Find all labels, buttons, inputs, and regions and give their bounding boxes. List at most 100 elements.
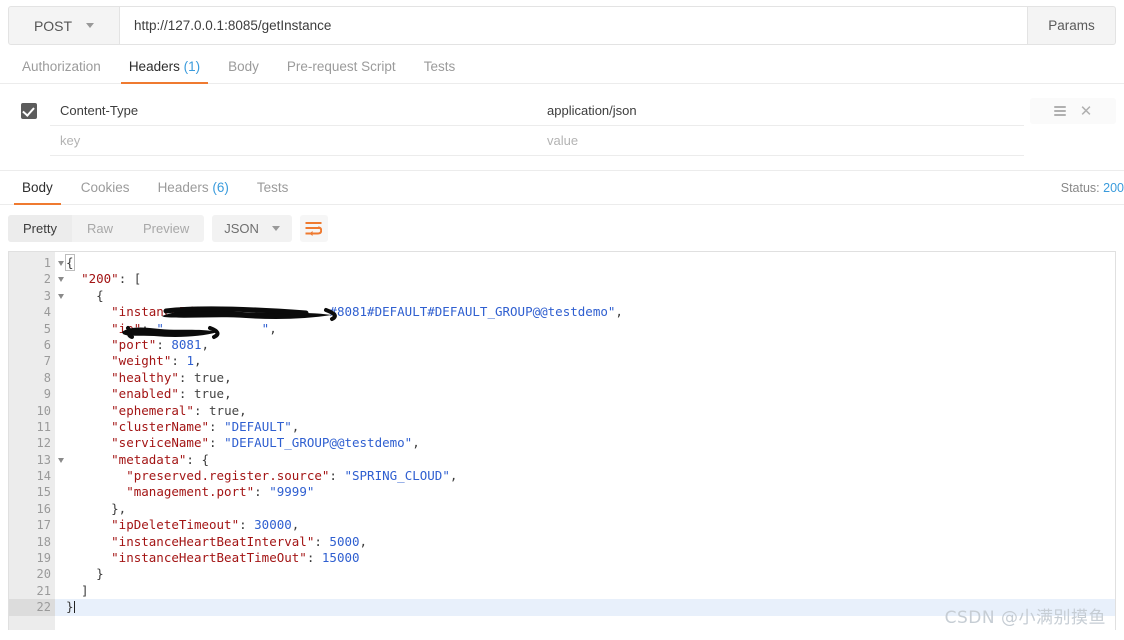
line-number-gutter: 1 2 3 4 5 6 7 8 9 10 11 12 13 14 15 16 17 18 19 20 21 22 xyxy=(9,252,64,630)
header-row: Content-Type application/json ✕ xyxy=(8,96,1116,126)
header-key-input[interactable]: key xyxy=(50,126,537,156)
response-tab-body[interactable]: Body xyxy=(8,180,67,205)
code-token: " " xyxy=(156,320,270,336)
code-line: "enabled": true, xyxy=(55,386,1115,402)
code-token: "healthy" xyxy=(111,369,179,385)
http-method-select[interactable]: POST xyxy=(8,6,120,45)
code-token: , xyxy=(224,369,232,385)
view-mode-group: Pretty Raw Preview xyxy=(8,215,205,242)
code-line: "instanceHeartBeatTimeOut": 15000 xyxy=(55,550,1115,566)
code-token: , xyxy=(291,517,300,533)
code-content[interactable]: { "200": [ { "instanceId": " #8081#DEFAU… xyxy=(55,252,1115,630)
code-token: "metadata" xyxy=(111,451,187,467)
tab-label: Tests xyxy=(423,59,456,74)
code-token: true xyxy=(193,369,225,385)
line-number-value: 9 xyxy=(43,387,51,402)
tab-label: Body xyxy=(22,180,53,195)
request-url-bar: POST http://127.0.0.1:8085/getInstance P… xyxy=(0,0,1124,45)
code-token: , xyxy=(359,533,368,549)
code-token: } xyxy=(66,599,74,615)
code-line: "port": 8081, xyxy=(55,337,1115,353)
close-icon[interactable]: ✕ xyxy=(1080,104,1093,119)
format-select[interactable]: JSON xyxy=(212,215,292,242)
code-token: "serviceName" xyxy=(111,435,209,451)
code-line: "200": [ xyxy=(55,271,1115,287)
tab-count: (1) xyxy=(183,59,201,74)
code-token: "enabled" xyxy=(111,386,179,402)
code-line: "healthy": true, xyxy=(55,370,1115,386)
code-token: : xyxy=(209,435,225,451)
tab-label: Pre-request Script xyxy=(286,59,396,74)
request-tab-body[interactable]: Body xyxy=(214,59,273,83)
tab-label: Authorization xyxy=(22,59,101,74)
code-token: : xyxy=(201,304,217,320)
line-number-value: 18 xyxy=(36,534,51,549)
line-number: 5 xyxy=(9,321,55,337)
code-token: "instanceHeartBeatTimeOut" xyxy=(111,550,307,566)
line-number: 15 xyxy=(9,484,55,500)
code-token: : xyxy=(171,353,187,369)
code-line: "ip": " ", xyxy=(55,321,1115,337)
request-tab-headers[interactable]: Headers (1) xyxy=(115,59,214,84)
view-mode-pretty[interactable]: Pretty xyxy=(8,215,72,242)
code-token: : xyxy=(178,386,194,402)
request-tab-pre-request-script[interactable]: Pre-request Script xyxy=(273,59,410,83)
code-token: : xyxy=(306,550,322,566)
line-number-value: 6 xyxy=(43,337,51,352)
header-enable-cell xyxy=(8,103,50,119)
request-tab-authorization[interactable]: Authorization xyxy=(8,59,115,83)
header-row-actions: ✕ xyxy=(1030,98,1116,124)
line-number-value: 12 xyxy=(36,436,51,451)
request-url-input[interactable]: http://127.0.0.1:8085/getInstance xyxy=(120,6,1028,45)
code-token: }, xyxy=(66,500,127,516)
code-line: "metadata": { xyxy=(55,452,1115,468)
line-number: 6 xyxy=(9,337,55,353)
code-token: "port" xyxy=(111,336,157,352)
response-tab-headers[interactable]: Headers (6) xyxy=(144,180,243,204)
line-number-value: 5 xyxy=(43,321,51,336)
line-number: 17 xyxy=(9,517,55,533)
code-token: : xyxy=(254,484,270,500)
code-token: , xyxy=(224,386,232,402)
bulk-edit-icon[interactable] xyxy=(1053,104,1066,118)
code-line: ] xyxy=(55,583,1115,599)
code-token: , xyxy=(412,435,420,451)
line-number-value: 16 xyxy=(36,501,51,516)
headers-editor: Content-Type application/json ✕ key value xyxy=(0,84,1124,171)
line-number: 1 xyxy=(9,255,64,271)
tab-label: Headers xyxy=(128,59,180,74)
word-wrap-icon xyxy=(305,222,323,236)
code-token: "preserved.register.source" xyxy=(126,468,330,484)
response-body-editor[interactable]: 1 2 3 4 5 6 7 8 9 10 11 12 13 14 15 16 17 18 19 20 21 22 { "2… xyxy=(8,251,1116,630)
header-value-input[interactable]: value xyxy=(537,126,1024,156)
word-wrap-toggle[interactable] xyxy=(299,215,328,242)
view-mode-preview[interactable]: Preview xyxy=(128,215,204,242)
code-token: : xyxy=(239,517,255,533)
code-token: : xyxy=(314,533,330,549)
request-tab-tests[interactable]: Tests xyxy=(410,59,470,83)
response-tab-cookies[interactable]: Cookies xyxy=(67,180,144,204)
response-tab-tests[interactable]: Tests xyxy=(243,180,303,204)
view-mode-raw[interactable]: Raw xyxy=(72,215,128,242)
code-line: "management.port": "9999" xyxy=(55,484,1115,500)
header-enabled-checkbox[interactable] xyxy=(21,103,37,119)
response-viewer-toolbar: Pretty Raw Preview JSON xyxy=(0,205,1124,251)
line-number-value: 21 xyxy=(36,583,51,598)
line-number-value: 10 xyxy=(36,403,51,418)
line-number-value: 8 xyxy=(43,370,51,385)
line-number: 8 xyxy=(9,370,55,386)
line-number: 22 xyxy=(9,599,55,616)
header-key-input[interactable]: Content-Type xyxy=(50,96,537,126)
code-line: "clusterName": "DEFAULT", xyxy=(55,419,1115,435)
line-number-value: 13 xyxy=(36,452,51,467)
code-token: , xyxy=(201,336,210,352)
code-token: "instanceId" xyxy=(111,304,202,320)
params-button[interactable]: Params xyxy=(1028,6,1116,45)
header-value-input[interactable]: application/json xyxy=(537,96,1024,126)
text-caret xyxy=(73,601,75,614)
